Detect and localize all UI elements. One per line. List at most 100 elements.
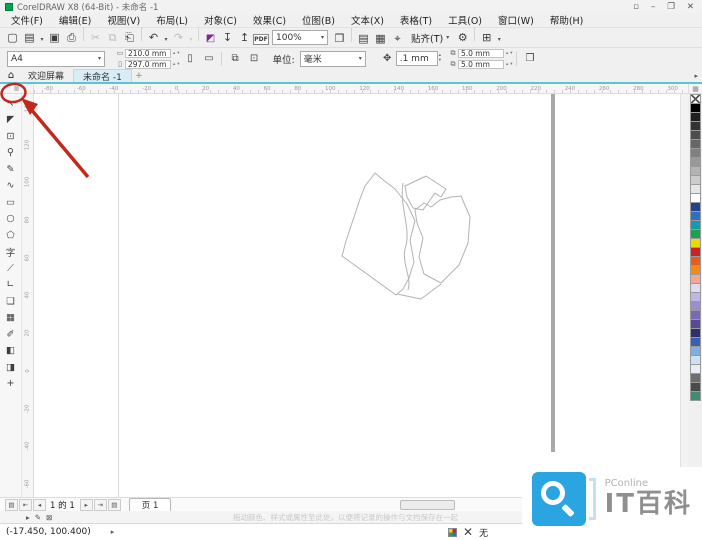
publish-pdf-icon[interactable]: PDF	[253, 34, 269, 45]
paste-icon[interactable]: ⎗	[121, 30, 138, 47]
home-icon[interactable]: ⌂	[3, 69, 19, 82]
height-stepper[interactable]: ▴▾	[173, 62, 180, 67]
color-swatch[interactable]	[690, 391, 701, 401]
options-gear-icon[interactable]: ⚙	[454, 29, 471, 46]
add-tool-button[interactable]: +	[2, 377, 19, 391]
restore-button[interactable]: ❐	[667, 2, 675, 12]
interactive-fill-tool[interactable]: ◧	[2, 344, 19, 358]
tab-untitled-document[interactable]: 未命名 -1	[73, 69, 132, 82]
units-select[interactable]: 毫米 ▾	[300, 51, 366, 67]
crop-tool[interactable]: ⊡	[2, 129, 19, 143]
ruler-options-icon[interactable]: ▦	[688, 84, 702, 93]
menu-item[interactable]: 视图(V)	[99, 13, 148, 27]
polygon-tool[interactable]: ⬠	[2, 228, 19, 242]
save-icon[interactable]: ▣	[46, 29, 63, 46]
menu-item[interactable]: 窗口(W)	[490, 13, 542, 27]
status-pen-icon[interactable]: ✎	[35, 513, 41, 522]
zoom-tool[interactable]: ⚲	[2, 146, 19, 160]
drawing-canvas[interactable]	[34, 94, 680, 497]
ruler-origin-button[interactable]: ▦	[0, 84, 34, 93]
open-dropdown-icon[interactable]: ▾	[38, 31, 46, 48]
tab-scroll-right-icon[interactable]: ▸	[694, 72, 702, 82]
menu-item[interactable]: 位图(B)	[294, 13, 343, 27]
launcher-icon[interactable]: ⊞	[478, 29, 495, 46]
nudge-distance-input[interactable]: .1 mm	[396, 51, 438, 66]
menu-item[interactable]: 效果(C)	[245, 13, 294, 27]
transparency-tool[interactable]: ▦	[2, 311, 19, 325]
import-icon[interactable]: ↧	[219, 29, 236, 46]
nudge-stepper[interactable]: ▴▾	[439, 54, 441, 63]
show-guidelines-icon[interactable]: ⌖	[389, 30, 406, 47]
window-extra-icon[interactable]: ▫	[633, 2, 639, 12]
show-grid-icon[interactable]: ▦	[372, 30, 389, 47]
vertical-scrollbar[interactable]	[680, 94, 688, 497]
copy-icon[interactable]: ⧉	[104, 30, 121, 47]
add-page-back-icon[interactable]: ▤	[108, 499, 121, 511]
next-page-icon[interactable]: ▸	[80, 499, 93, 511]
horizontal-ruler-row: ▦ -80-60-40-2002040608010012014016018020…	[0, 84, 702, 94]
status-expand-icon[interactable]: ▸	[111, 528, 115, 536]
open-icon[interactable]: ▤	[21, 29, 38, 46]
menu-item[interactable]: 文件(F)	[3, 13, 51, 27]
eyedropper-tool[interactable]: ✐	[2, 327, 19, 341]
menu-item[interactable]: 表格(T)	[392, 13, 440, 27]
all-pages-button[interactable]: ⧉	[227, 50, 244, 67]
page-width-input[interactable]: 210.0 mm	[125, 49, 171, 58]
page-1-tab[interactable]: 页 1	[129, 498, 172, 511]
menu-item[interactable]: 文本(X)	[343, 13, 392, 27]
shape-tool[interactable]: ◤	[2, 113, 19, 127]
drop-shadow-tool[interactable]: ❏	[2, 294, 19, 308]
pick-tool[interactable]: ↖	[2, 96, 19, 110]
redo-dropdown-icon[interactable]: ▾	[187, 31, 195, 48]
add-page-front-icon[interactable]: ▤	[5, 499, 18, 511]
menu-item[interactable]: 帮助(H)	[542, 13, 592, 27]
duplicate-y-input[interactable]: 5.0 mm	[458, 60, 504, 69]
page-size-preset-select[interactable]: A4 ▾	[7, 51, 105, 67]
undo-dropdown-icon[interactable]: ▾	[162, 31, 170, 48]
width-stepper[interactable]: ▴▾	[173, 51, 180, 56]
prev-page-icon[interactable]: ◂	[33, 499, 46, 511]
tab-welcome-screen[interactable]: 欢迎屏幕	[19, 69, 73, 82]
portrait-button[interactable]: ▯	[182, 50, 199, 67]
cut-icon[interactable]: ✂	[87, 29, 104, 46]
last-page-icon[interactable]: ⇥	[94, 499, 107, 511]
page-height-input[interactable]: 297.0 mm	[125, 60, 171, 69]
tulip-outline-drawing[interactable]	[334, 160, 494, 300]
dimension-tool[interactable]: ⟋	[2, 261, 19, 275]
duplicate-x-input[interactable]: 5.0 mm	[458, 49, 504, 58]
connector-tool[interactable]: ∟	[2, 278, 19, 292]
show-rulers-icon[interactable]: ▤	[355, 30, 372, 47]
menu-item[interactable]: 对象(C)	[196, 13, 245, 27]
undo-icon[interactable]: ↶	[145, 29, 162, 46]
duplicate-x-stepper[interactable]: ▴▾	[506, 51, 513, 56]
landscape-button[interactable]: ▭	[201, 50, 218, 67]
menu-item[interactable]: 工具(O)	[440, 13, 490, 27]
treat-as-filled-button[interactable]: ❒	[522, 50, 539, 67]
smart-fill-tool[interactable]: ◨	[2, 360, 19, 374]
export-icon[interactable]: ↥	[236, 29, 253, 46]
current-page-button[interactable]: ⊡	[246, 50, 263, 67]
first-page-icon[interactable]: ⇤	[19, 499, 32, 511]
search-content-icon[interactable]: ◩	[202, 30, 219, 47]
status-nocolor-icon[interactable]: ⊠	[46, 513, 52, 522]
fullscreen-preview-icon[interactable]: ❒	[331, 30, 348, 47]
freehand-tool[interactable]: ✎	[2, 162, 19, 176]
horizontal-scrollbar-thumb[interactable]	[400, 500, 455, 510]
close-button[interactable]: ✕	[687, 2, 694, 12]
print-icon[interactable]: ⎙	[63, 30, 80, 47]
text-tool[interactable]: 字	[2, 245, 19, 259]
new-document-icon[interactable]: ▢	[4, 29, 21, 46]
menu-item[interactable]: 编辑(E)	[51, 13, 99, 27]
artistic-media-tool[interactable]: ∿	[2, 179, 19, 193]
minimize-button[interactable]: –	[651, 2, 655, 12]
duplicate-y-stepper[interactable]: ▴▾	[506, 62, 513, 67]
menu-item[interactable]: 布局(L)	[148, 13, 196, 27]
redo-icon[interactable]: ↷	[170, 29, 187, 46]
rectangle-tool[interactable]: ▭	[2, 195, 19, 209]
new-tab-button[interactable]: +	[132, 69, 146, 82]
snap-to-button[interactable]: 贴齐(T) ▾	[406, 31, 454, 45]
ellipse-tool[interactable]: ○	[2, 212, 19, 226]
status-arrow-icon[interactable]: ▸	[26, 513, 30, 522]
launcher-dropdown-icon[interactable]: ▾	[495, 31, 503, 48]
zoom-level-select[interactable]: 100% ▾	[272, 30, 328, 45]
